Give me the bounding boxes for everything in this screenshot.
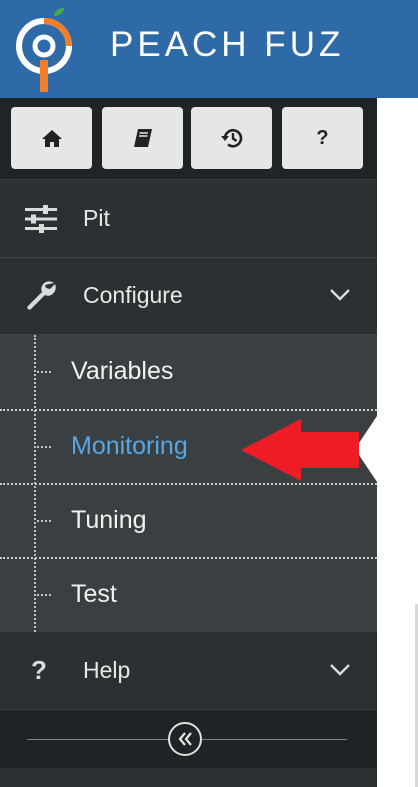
submenu-label: Variables: [71, 357, 174, 385]
nav-label-configure: Configure: [83, 282, 183, 308]
docs-button[interactable]: [102, 107, 183, 169]
sidebar-footer: [0, 768, 377, 787]
wrench-icon: [27, 281, 56, 310]
brand-title: PEACH FUZ: [110, 25, 345, 64]
submenu-item-tuning[interactable]: Tuning: [0, 484, 377, 557]
submenu-item-variables[interactable]: Variables: [0, 335, 377, 408]
configure-submenu: Variables Monitoring Tuning Test: [0, 335, 377, 632]
red-arrow-annotation: [241, 419, 359, 481]
app-header: PEACH FUZ: [0, 0, 418, 98]
sidebar-collapse-bar: [0, 710, 377, 768]
submenu-label: Monitoring: [71, 432, 188, 460]
submenu-item-test[interactable]: Test: [0, 558, 377, 631]
chevron-down-icon: [330, 664, 350, 676]
submenu-label: Tuning: [71, 506, 147, 534]
nav-item-help[interactable]: ? Help: [0, 632, 377, 710]
nav-item-pit[interactable]: Pit: [0, 180, 377, 258]
chevron-down-icon: [330, 289, 350, 301]
collapse-sidebar-button[interactable]: [168, 722, 202, 756]
question-icon: ?: [316, 126, 329, 149]
sidebar-toolbar: ?: [0, 98, 377, 180]
question-icon: ?: [31, 655, 47, 685]
submenu-label: Test: [71, 580, 117, 608]
history-button[interactable]: [191, 107, 272, 169]
help-button[interactable]: ?: [282, 107, 363, 169]
double-chevron-left-icon: [178, 732, 192, 746]
nav-label-help: Help: [83, 657, 131, 683]
nav-item-configure[interactable]: Configure: [0, 257, 377, 335]
book-icon: [133, 129, 152, 147]
home-button[interactable]: [11, 107, 92, 169]
sliders-icon: [25, 205, 57, 233]
home-icon: [41, 130, 62, 147]
peach-logo-icon[interactable]: [14, 6, 74, 94]
nav-label-pit: Pit: [83, 205, 110, 231]
history-icon: [220, 129, 242, 148]
